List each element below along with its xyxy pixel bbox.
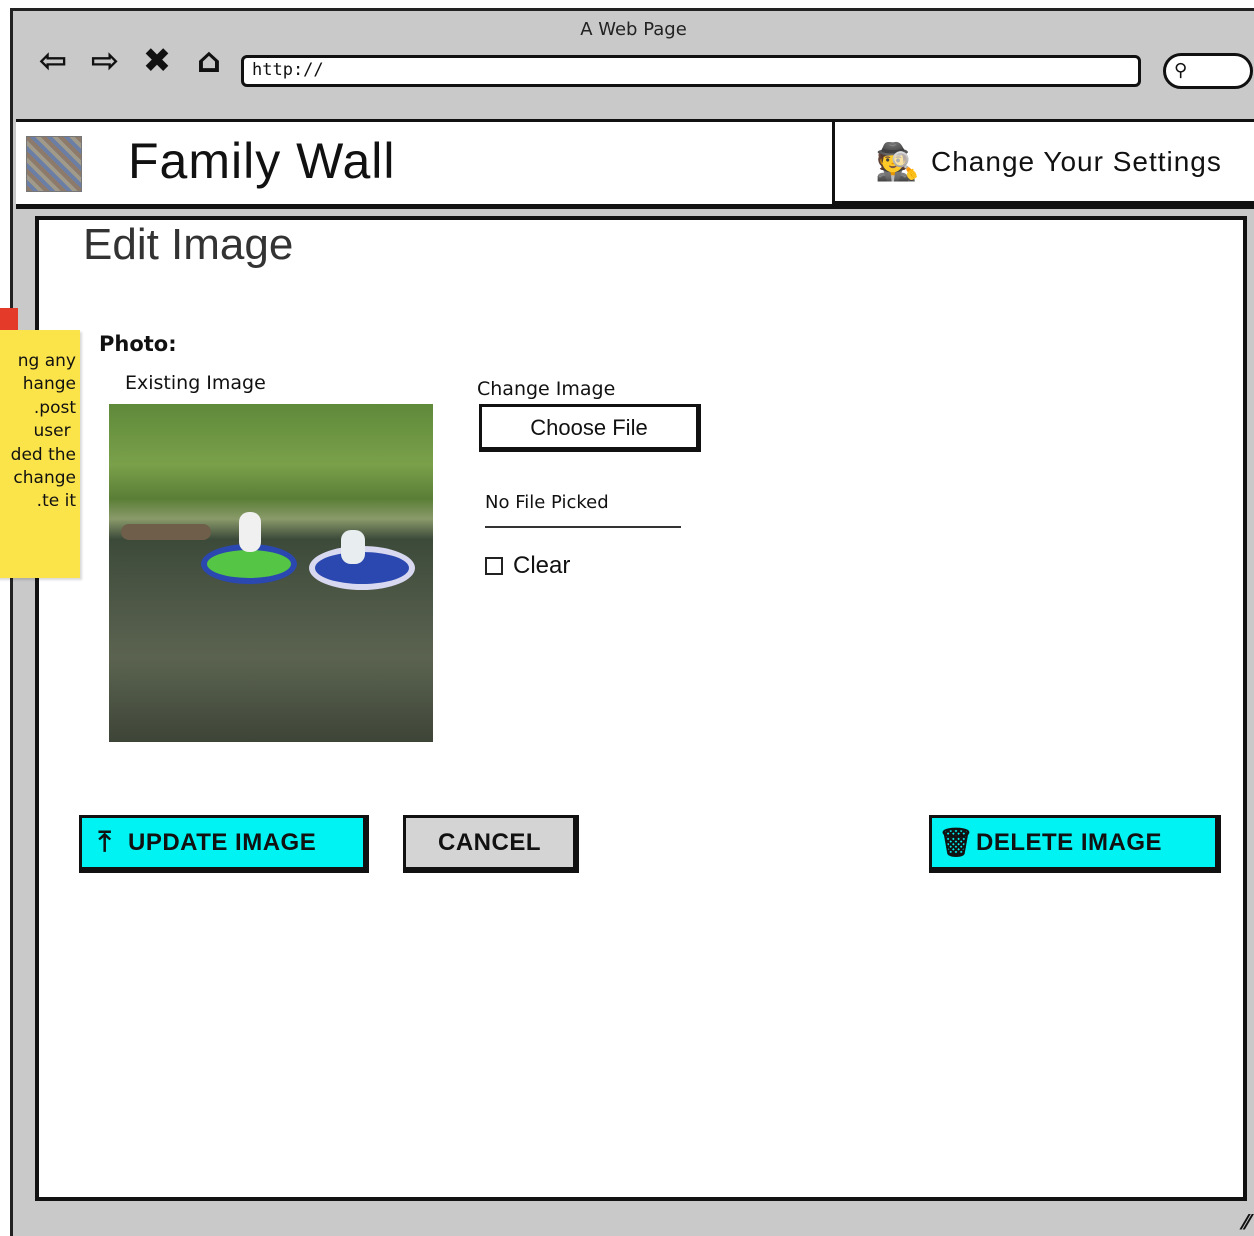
url-input[interactable]: http://	[241, 55, 1141, 87]
sticky-note-line: ded the	[10, 444, 76, 465]
browser-title: A Web Page	[580, 19, 687, 40]
settings-label: Change Your Settings	[931, 145, 1222, 177]
existing-image-photo	[109, 404, 433, 742]
update-image-button[interactable]: ⤒ UPDATE IMAGE	[79, 815, 369, 873]
sticky-note-line: hange	[22, 374, 76, 395]
photo-label: Photo:	[99, 332, 177, 356]
app-title: Family Wall	[128, 133, 396, 189]
cancel-label: CANCEL	[438, 828, 541, 856]
sticky-note: ng any hange post. user ded the change t…	[0, 330, 80, 578]
trash-icon: 🗑	[938, 827, 975, 858]
app-header: Family Wall 🕵 Change Your Settings	[16, 119, 1254, 209]
change-image-label: Change Image	[477, 378, 616, 400]
home-icon[interactable]: ⌂	[189, 41, 229, 81]
spy-icon: 🕵	[875, 141, 920, 183]
close-icon[interactable]: ✖	[137, 41, 177, 81]
sticky-note-line: user	[33, 421, 76, 442]
edit-image-panel: Edit Image Photo: Existing Image Change …	[35, 216, 1247, 1201]
logo-image	[26, 136, 82, 192]
upload-icon: ⤒	[98, 826, 112, 857]
delete-image-label: DELETE IMAGE	[976, 828, 1163, 856]
page-title: Edit Image	[83, 220, 294, 269]
photo-person	[239, 512, 261, 552]
delete-image-button[interactable]: 🗑 DELETE IMAGE	[929, 815, 1221, 873]
clear-checkbox[interactable]	[485, 557, 503, 575]
sticky-note-line: ng any	[17, 351, 76, 371]
clear-label: Clear	[513, 552, 571, 579]
search-icon: ⚲	[1174, 60, 1188, 81]
existing-image-label: Existing Image	[125, 372, 266, 394]
update-image-label: UPDATE IMAGE	[128, 828, 317, 856]
browser-search[interactable]: ⚲	[1163, 53, 1253, 89]
browser-window: A Web Page ⇦ ⇨ ✖ ⌂ http:// ⚲ Family Wall…	[10, 8, 1254, 1236]
back-arrow-icon[interactable]: ⇦	[33, 41, 73, 81]
file-status: No File Picked	[485, 492, 609, 513]
photo-person	[341, 530, 365, 564]
resize-grip-icon[interactable]: ⁄⁄	[1243, 1210, 1250, 1234]
sticky-note-line: post.	[33, 397, 76, 418]
sticky-note-line: te it.	[36, 491, 76, 512]
browser-nav: ⇦ ⇨ ✖ ⌂	[33, 41, 229, 81]
file-status-underline	[485, 526, 681, 528]
change-settings-button[interactable]: 🕵 Change Your Settings	[832, 122, 1254, 204]
photo-log	[121, 524, 211, 540]
forward-arrow-icon[interactable]: ⇨	[85, 41, 125, 81]
cancel-button[interactable]: CANCEL	[403, 815, 579, 873]
sticky-note-line: change	[13, 468, 76, 489]
clear-checkbox-row[interactable]: Clear	[485, 552, 570, 580]
choose-file-button[interactable]: Choose File	[479, 404, 701, 452]
